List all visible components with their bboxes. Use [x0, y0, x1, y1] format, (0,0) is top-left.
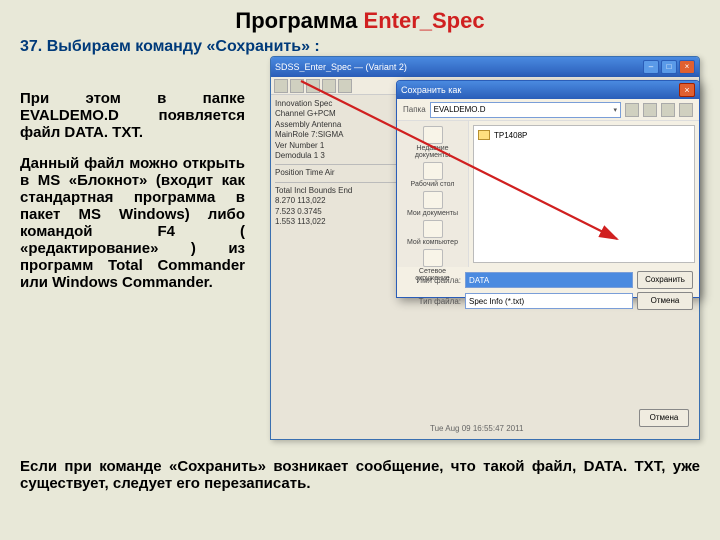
- info-panel: Innovation Spec Channel G+PCM Assembly A…: [271, 95, 411, 231]
- info-row: Assembly Antenna: [275, 120, 407, 130]
- save-as-dialog: Сохранить как × Папка EVALDEMO.D Недавни…: [396, 80, 700, 298]
- folder-name: ТР1408Р: [494, 131, 527, 140]
- filetype-combo[interactable]: Spec Info (*.txt): [465, 293, 633, 309]
- folder-value: EVALDEMO.D: [434, 105, 486, 114]
- places-bar: Недавние документы Рабочий стол Мои доку…: [397, 121, 469, 267]
- folder-icon: [478, 130, 490, 140]
- info-row: Total Incl Bounds End: [275, 186, 407, 196]
- folder-label: Папка: [403, 105, 426, 114]
- toolbar-icon[interactable]: [322, 79, 336, 93]
- filename-label: Имя файла:: [403, 276, 461, 285]
- info-row: Ver Number 1: [275, 141, 407, 151]
- place-mydocs[interactable]: Мои документы: [402, 190, 464, 218]
- folder-item[interactable]: ТР1408Р: [478, 130, 690, 140]
- footer-note: Если при команде «Сохранить» возникает с…: [20, 458, 700, 492]
- recent-icon: [423, 126, 443, 144]
- maximize-button[interactable]: □: [661, 60, 677, 74]
- back-icon[interactable]: [625, 103, 639, 117]
- save-button[interactable]: Сохранить: [637, 271, 693, 289]
- cancel-button[interactable]: Отмена: [637, 292, 693, 310]
- dialog-titlebar[interactable]: Сохранить как ×: [397, 81, 699, 99]
- app-title: SDSS_Enter_Spec — (Variant 2): [275, 62, 643, 72]
- title-program: Enter_Spec: [364, 8, 485, 33]
- info-row: 7.523 0.3745: [275, 207, 407, 217]
- network-icon: [423, 249, 443, 267]
- desktop-icon: [423, 162, 443, 180]
- toolbar-icon[interactable]: [338, 79, 352, 93]
- folder-combo[interactable]: EVALDEMO.D: [430, 102, 621, 118]
- dialog-title: Сохранить как: [401, 85, 679, 95]
- cancel-button[interactable]: Отмена: [639, 409, 689, 427]
- filename-input[interactable]: DATA: [465, 272, 633, 288]
- minimize-button[interactable]: –: [643, 60, 659, 74]
- info-row: MainRole 7:SIGMA: [275, 130, 407, 140]
- newfolder-icon[interactable]: [661, 103, 675, 117]
- toolbar-icon[interactable]: [290, 79, 304, 93]
- info-row: Demodula 1 3: [275, 151, 407, 161]
- place-mycomputer[interactable]: Мой компьютер: [402, 219, 464, 247]
- file-listing[interactable]: ТР1408Р: [473, 125, 695, 263]
- toolbar-icon[interactable]: [274, 79, 288, 93]
- close-icon[interactable]: ×: [679, 83, 695, 97]
- close-button[interactable]: ×: [679, 60, 695, 74]
- description-text: При этом в папке EVALDEMO.D появляется ф…: [20, 90, 245, 305]
- toolbar-icon[interactable]: [306, 79, 320, 93]
- computer-icon: [423, 220, 443, 238]
- views-icon[interactable]: [679, 103, 693, 117]
- info-row: Position Time Air: [275, 168, 407, 178]
- filetype-label: Тип файла:: [403, 297, 461, 306]
- info-row: Channel G+PCM: [275, 109, 407, 119]
- paragraph-1: При этом в папке EVALDEMO.D появляется ф…: [20, 90, 245, 141]
- title-prefix: Программа: [235, 8, 363, 33]
- timestamp: Tue Aug 09 16:55:47 2011: [430, 424, 523, 433]
- paragraph-2: Данный файл можно открыть в MS «Блокнот»…: [20, 155, 245, 291]
- info-row: 8.270 113,022: [275, 196, 407, 206]
- place-desktop[interactable]: Рабочий стол: [402, 161, 464, 189]
- info-row: Innovation Spec: [275, 99, 407, 109]
- info-row: 1.553 113,022: [275, 217, 407, 227]
- place-recent[interactable]: Недавние документы: [402, 125, 464, 160]
- documents-icon: [423, 191, 443, 209]
- page-title: Программа Enter_Spec: [0, 0, 720, 38]
- app-titlebar[interactable]: SDSS_Enter_Spec — (Variant 2) – □ ×: [271, 57, 699, 77]
- up-icon[interactable]: [643, 103, 657, 117]
